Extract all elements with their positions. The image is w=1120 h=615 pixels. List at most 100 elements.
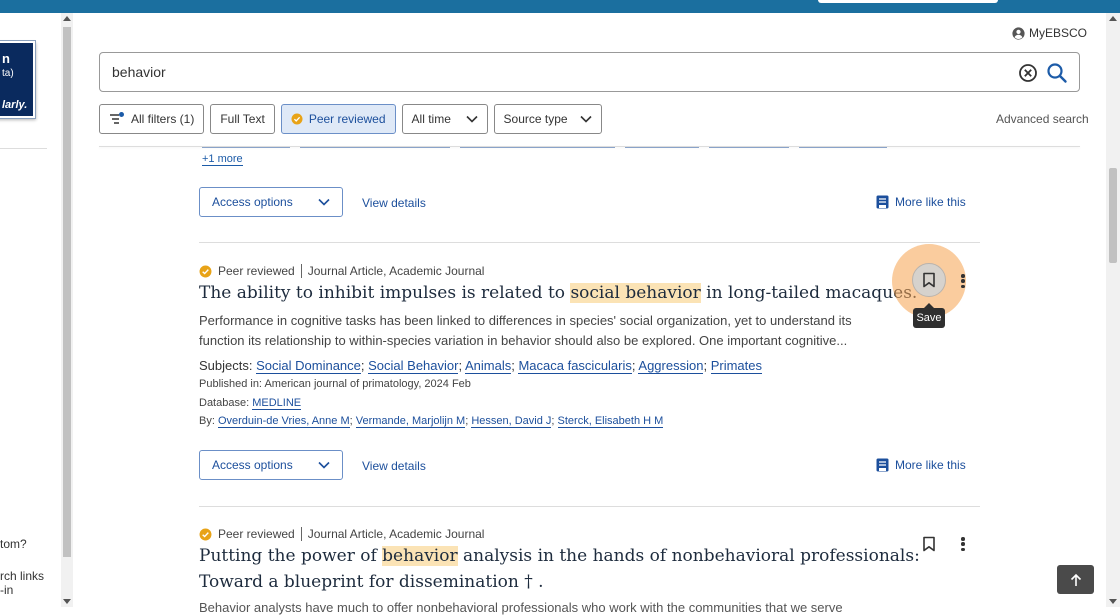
top-popup-edge (818, 0, 998, 3)
result-title[interactable]: Putting the power of behavior analysis i… (199, 546, 920, 566)
account-icon (1012, 26, 1025, 40)
chevron-down-icon (318, 198, 330, 206)
left-text-a[interactable]: tom? (0, 537, 27, 551)
advanced-search-link[interactable]: Advanced search (996, 112, 1089, 126)
title-text-pre: The ability to inhibit impulses is relat… (199, 283, 571, 303)
search-box (99, 52, 1080, 92)
author-link[interactable]: Hessen, David J (471, 415, 552, 428)
peer-reviewed-chip[interactable]: Peer reviewed (280, 104, 396, 134)
book-icon (876, 458, 889, 472)
myebsco-link[interactable]: MyEBSCO (1012, 26, 1087, 40)
publication-type: Journal Article, Academic Journal (307, 264, 485, 278)
source-type-label: Source type (503, 112, 568, 126)
scroll-up-arrow-icon[interactable] (63, 16, 71, 21)
subject-link[interactable]: Macaca fascicularis (518, 358, 632, 374)
title-text-pre: Putting the power of (199, 546, 383, 566)
more-like-this-label: More like this (895, 458, 966, 472)
author-link[interactable]: Sterck, Elisabeth H M (557, 415, 664, 428)
more-like-this-label: More like this (895, 195, 966, 209)
result-meta: Peer reviewed Journal Article, Academic … (199, 527, 484, 541)
publication-type: Journal Article, Academic Journal (307, 527, 485, 541)
all-filters-button[interactable]: All filters (1) (99, 104, 205, 134)
scroll-up-arrow-icon[interactable] (1109, 16, 1117, 21)
result-abstract-cut: Behavior analysts have much to offer non… (199, 600, 843, 615)
left-divider (0, 148, 47, 149)
access-options-button[interactable]: Access options (199, 450, 343, 480)
all-filters-label: All filters (1) (131, 112, 195, 126)
source-type-dropdown[interactable]: Source type (493, 104, 602, 134)
result-title[interactable]: The ability to inhibit impulses is relat… (199, 283, 917, 303)
back-to-top-button[interactable] (1057, 565, 1094, 594)
subject-link[interactable]: Social Behavior (368, 358, 459, 374)
database-link[interactable]: MEDLINE (252, 397, 302, 410)
author-link[interactable]: Overduin-de Vries, Anne M (217, 415, 350, 428)
chevron-down-icon (465, 115, 478, 123)
clear-search-icon[interactable] (1018, 63, 1038, 83)
meta-separator (300, 527, 302, 541)
subjects-label: Subjects: (199, 358, 253, 373)
title-highlight: behavior (382, 546, 458, 566)
peer-reviewed-badge-icon (291, 113, 303, 125)
more-options-icon[interactable] (957, 273, 969, 289)
all-time-dropdown[interactable]: All time (401, 104, 488, 134)
more-like-this-link[interactable]: More like this (876, 195, 966, 209)
left-text-c[interactable]: -in (0, 583, 13, 597)
left-scrollbar[interactable] (61, 13, 73, 607)
main-scrollbar[interactable] (1106, 13, 1120, 607)
myebsco-label: MyEBSCO (1029, 26, 1088, 40)
view-details-link[interactable]: View details (362, 459, 426, 473)
main-scrollbar-thumb[interactable] (1109, 168, 1117, 263)
access-options-label: Access options (212, 195, 293, 209)
subject-link[interactable]: Aggression (638, 358, 704, 374)
more-subjects-link[interactable]: +1 more (202, 153, 243, 166)
result-divider (199, 242, 980, 243)
bookmark-icon[interactable] (922, 536, 936, 552)
subject-link[interactable]: Animals (464, 358, 512, 374)
subject-link[interactable]: Social Dominance (256, 358, 361, 374)
all-time-label: All time (411, 112, 451, 126)
result-meta: Peer reviewed Journal Article, Academic … (199, 264, 484, 278)
peer-reviewed-badge-icon (199, 265, 212, 277)
left-panel: n ta) larly. tom? rch links -in (0, 13, 60, 607)
promo-line-1: n (2, 51, 10, 66)
chevron-down-icon (579, 115, 592, 123)
by-label: By: (199, 415, 215, 427)
published-label: Published in: (199, 378, 262, 390)
published-in-row: Published in: American journal of primat… (199, 378, 471, 390)
subjects-row: Subjects: Social Dominance; Social Behav… (199, 358, 762, 374)
peer-reviewed-text: Peer reviewed (218, 527, 295, 541)
scroll-down-arrow-icon[interactable] (63, 599, 71, 604)
chevron-down-icon (318, 461, 330, 469)
peer-reviewed-badge-icon (199, 528, 212, 540)
full-text-chip[interactable]: Full Text (210, 104, 275, 134)
result-title-line-2[interactable]: Toward a blueprint for dissemination † . (199, 572, 544, 592)
more-options-icon[interactable] (957, 536, 969, 552)
search-icon[interactable] (1046, 62, 1068, 84)
promo-line-2: ta) (2, 68, 14, 79)
title-text-post: in long-tailed macaques. (700, 283, 918, 303)
peer-reviewed-label: Peer reviewed (308, 112, 386, 126)
database-label: Database: (199, 397, 250, 409)
author-link[interactable]: Vermande, Marjolijn M (355, 415, 466, 428)
scroll-down-arrow-icon[interactable] (1109, 599, 1117, 604)
more-like-this-link[interactable]: More like this (876, 458, 966, 472)
result-abstract: Performance in cognitive tasks has been … (199, 313, 852, 348)
title-highlight: social behavior (570, 283, 701, 303)
left-text-b[interactable]: rch links (0, 569, 44, 583)
arrow-up-icon (1070, 573, 1081, 586)
search-input[interactable] (112, 61, 992, 83)
bookmark-icon (923, 272, 935, 288)
full-text-label: Full Text (220, 112, 265, 126)
subject-link[interactable]: Primates (710, 358, 762, 374)
published-value: American journal of primatology, 2024 Fe… (264, 378, 471, 390)
save-button[interactable] (912, 263, 946, 297)
left-scrollbar-thumb[interactable] (63, 27, 71, 557)
promo-card[interactable]: n ta) larly. (0, 41, 35, 118)
access-options-button[interactable]: Access options (199, 187, 343, 217)
book-icon (876, 195, 889, 209)
filter-icon (110, 112, 124, 124)
filter-bar: All filters (1) Full Text Peer reviewed … (99, 104, 602, 134)
view-details-link[interactable]: View details (362, 196, 426, 210)
meta-separator (300, 264, 302, 278)
promo-line-3: larly. (2, 99, 28, 111)
